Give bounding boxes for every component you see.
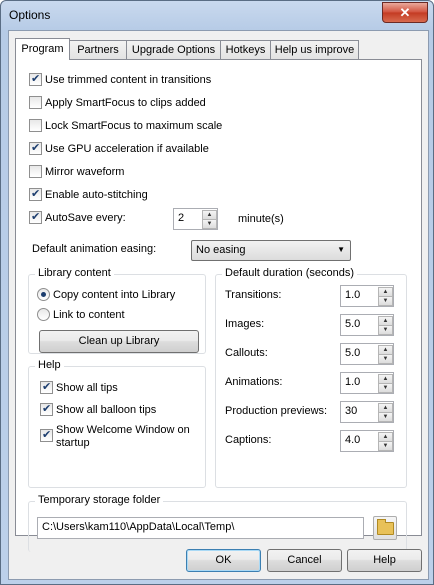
group-title: Help <box>35 359 64 371</box>
options-window: Options ✕ Program Partners Upgrade Optio… <box>0 0 434 585</box>
duration-captions-label: Captions: <box>225 434 272 446</box>
duration-callouts-label: Callouts: <box>225 347 268 359</box>
tab-label: Upgrade Options <box>131 44 216 56</box>
program-tab-panel: Use trimmed content in transitions Apply… <box>15 59 422 552</box>
radio-button[interactable] <box>37 288 50 301</box>
group-title: Default duration (seconds) <box>222 267 358 279</box>
tab-partners[interactable]: Partners <box>69 40 127 59</box>
captions-duration-spinner[interactable]: 4.0 ▲ ▼ <box>340 430 394 452</box>
browse-folder-button[interactable] <box>373 516 397 540</box>
easing-dropdown[interactable]: No easing ▼ <box>191 240 351 261</box>
checkbox[interactable] <box>29 119 42 132</box>
spin-down-icon[interactable]: ▼ <box>378 412 393 422</box>
spin-down-icon[interactable]: ▼ <box>378 354 393 364</box>
ok-button[interactable]: OK <box>186 549 261 572</box>
easing-value: No easing <box>196 244 246 256</box>
tab-hotkeys[interactable]: Hotkeys <box>220 40 271 59</box>
radio-button[interactable] <box>37 308 50 321</box>
radio-label: Link to content <box>53 309 125 321</box>
duration-images-label: Images: <box>225 318 265 330</box>
tab-upgrade-options[interactable]: Upgrade Options <box>126 40 221 59</box>
checkbox-label: AutoSave every: <box>45 212 126 224</box>
temp-folder-path: C:\Users\kam110\AppData\Local\Temp\ <box>42 521 235 533</box>
spinner-value: 1.0 <box>345 376 361 388</box>
autosave-unit-label: minute(s) <box>238 213 284 225</box>
checkbox-label: Lock SmartFocus to maximum scale <box>45 120 223 132</box>
window-title: Options <box>9 8 51 22</box>
checkbox-label: Enable auto-stitching <box>45 189 148 201</box>
checkbox[interactable] <box>29 140 42 156</box>
dialog-client: Program Partners Upgrade Options Hotkeys… <box>8 30 429 580</box>
title-bar[interactable]: Options ✕ <box>1 1 433 29</box>
checkbox[interactable] <box>40 379 53 395</box>
spin-down-icon[interactable]: ▼ <box>378 296 393 306</box>
help-group: Help Show all tips Show all balloon tips… <box>28 359 206 488</box>
tab-label: Hotkeys <box>225 44 266 56</box>
autosave-interval-spinner[interactable]: 2 ▲ ▼ <box>173 208 218 230</box>
checkbox-label: Apply SmartFocus to clips added <box>45 97 206 109</box>
duration-animations-label: Animations: <box>225 376 283 388</box>
help-button[interactable]: Help <box>347 549 422 572</box>
chevron-down-icon: ▼ <box>337 245 345 254</box>
checkbox-label-line2: startup <box>56 437 90 449</box>
spinner-value: 5.0 <box>345 318 361 330</box>
checkbox-label: Show all balloon tips <box>56 404 157 416</box>
checkbox-label: Use trimmed content in transitions <box>45 74 212 86</box>
group-title: Temporary storage folder <box>35 494 164 506</box>
duration-transitions-label: Transitions: <box>225 289 282 301</box>
callouts-duration-spinner[interactable]: 5.0 ▲ ▼ <box>340 343 394 365</box>
checkbox[interactable] <box>40 427 53 443</box>
radio-label: Copy content into Library <box>53 289 176 301</box>
checkbox-label: Mirror waveform <box>45 166 125 178</box>
tab-label: Help us improve <box>274 44 355 56</box>
library-content-group: Library content Copy content into Librar… <box>28 267 206 354</box>
spinner-value: 30 <box>345 405 358 417</box>
clean-up-library-button[interactable]: Clean up Library <box>39 330 199 353</box>
cancel-button[interactable]: Cancel <box>267 549 342 572</box>
transitions-duration-spinner[interactable]: 1.0 ▲ ▼ <box>340 285 394 307</box>
temp-folder-path-field[interactable]: C:\Users\kam110\AppData\Local\Temp\ <box>37 517 364 539</box>
spinner-value: 2 <box>178 212 185 224</box>
folder-open-icon <box>377 519 394 535</box>
production-previews-duration-spinner[interactable]: 30 ▲ ▼ <box>340 401 394 423</box>
checkbox-label: Show Welcome Window on startup <box>56 424 190 450</box>
tab-program[interactable]: Program <box>15 38 70 60</box>
checkbox[interactable] <box>40 401 53 417</box>
images-duration-spinner[interactable]: 5.0 ▲ ▼ <box>340 314 394 336</box>
default-duration-group: Default duration (seconds) Transitions: … <box>215 267 407 488</box>
tab-label: Partners <box>77 44 119 56</box>
animations-duration-spinner[interactable]: 1.0 ▲ ▼ <box>340 372 394 394</box>
checkbox-label: Use GPU acceleration if available <box>45 143 209 155</box>
spinner-value: 4.0 <box>345 434 361 446</box>
checkbox[interactable] <box>29 165 42 178</box>
easing-label: Default animation easing: <box>32 243 157 255</box>
checkbox-label-line1: Show Welcome Window on <box>56 424 190 436</box>
checkbox[interactable] <box>29 186 42 202</box>
duration-production-previews-label: Production previews: <box>225 405 328 417</box>
tab-label: Program <box>21 43 64 55</box>
close-button[interactable]: ✕ <box>382 2 428 23</box>
spinner-value: 1.0 <box>345 289 361 301</box>
spin-down-icon[interactable]: ▼ <box>378 325 393 335</box>
checkbox[interactable] <box>29 71 42 87</box>
spin-down-icon[interactable]: ▼ <box>378 441 393 451</box>
checkbox[interactable] <box>29 96 42 109</box>
spinner-value: 5.0 <box>345 347 361 359</box>
tab-help-us-improve[interactable]: Help us improve <box>270 40 359 59</box>
spin-down-icon[interactable]: ▼ <box>378 383 393 393</box>
group-title: Library content <box>35 267 114 279</box>
checkbox-label: Show all tips <box>56 382 118 394</box>
checkbox[interactable] <box>29 209 42 225</box>
spin-down-icon[interactable]: ▼ <box>202 219 217 229</box>
close-icon: ✕ <box>399 5 411 20</box>
